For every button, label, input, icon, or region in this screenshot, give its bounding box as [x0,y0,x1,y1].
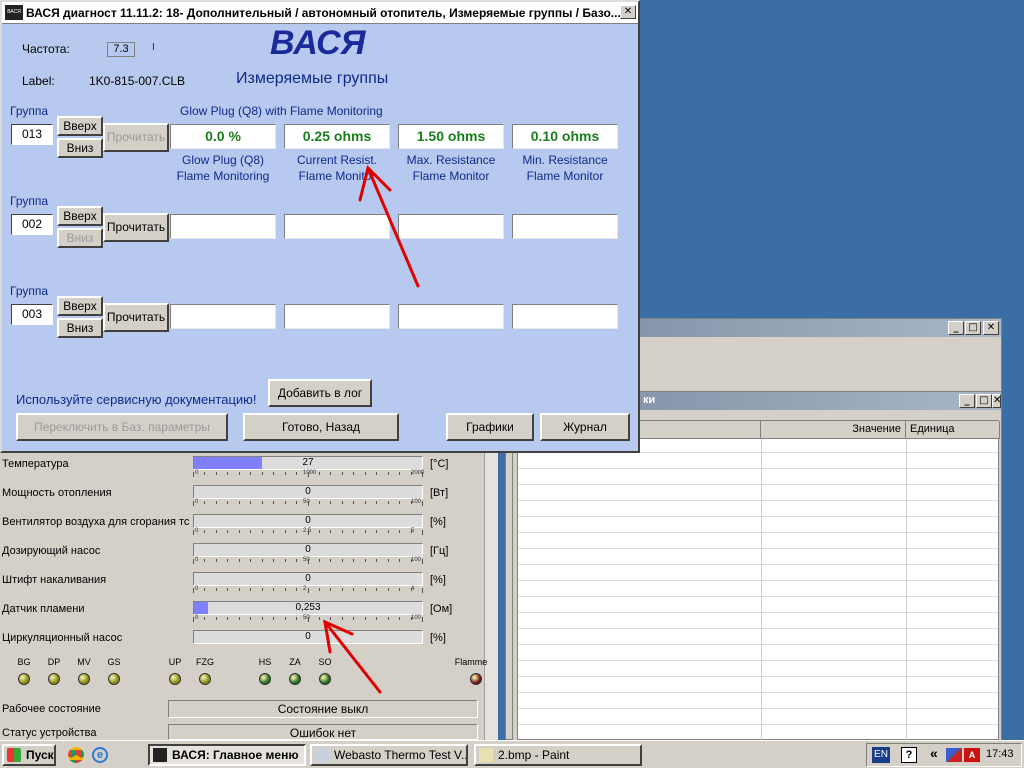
taskbar-item-label: ВАСЯ: Главное меню [172,748,299,762]
start-button[interactable]: Пуск [2,744,56,766]
chrome-quicklaunch-icon[interactable] [68,747,84,763]
acrobat-icon[interactable]: A [964,748,980,762]
taskbar-item[interactable]: 2.bmp - Paint [474,744,642,766]
taskbar: Пуск e ВАСЯ: Главное меню Webasto Thermo … [0,740,1024,768]
network-icon[interactable] [946,748,962,762]
taskbar-item-label: 2.bmp - Paint [498,748,570,762]
annotation-arrows [323,165,420,694]
start-label: Пуск [26,748,54,762]
language-indicator[interactable]: EN [872,747,890,763]
windows-logo-icon [7,748,21,762]
tray-expand-icon[interactable]: « [930,745,938,761]
arrow-top-shaft [366,166,420,288]
help-icon[interactable]: ? [901,747,917,763]
taskbar-app-icon [315,748,329,762]
taskbar-item-label: Webasto Thermo Test V... [334,748,468,762]
taskbar-app-icon [479,748,493,762]
taskbar-item[interactable]: Webasto Thermo Test V... [310,744,468,766]
taskbar-item[interactable]: ВАСЯ: Главное меню [148,744,306,766]
arrow-bottom-shaft [323,620,382,694]
ie-quicklaunch-icon[interactable]: e [92,747,108,763]
taskbar-app-icon [153,748,167,762]
clock: 17:43 [986,748,1014,760]
